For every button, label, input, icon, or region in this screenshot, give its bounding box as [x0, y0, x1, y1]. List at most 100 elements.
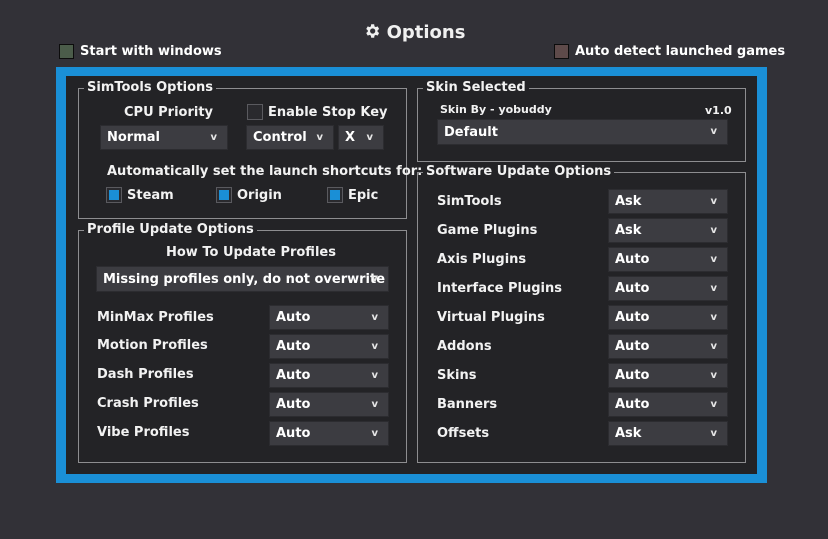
dropdown-value: Auto: [615, 310, 650, 325]
dropdown-value: Auto: [615, 339, 650, 354]
dropdown-value: Auto: [615, 397, 650, 412]
gear-icon: [363, 22, 381, 45]
chevron-down-icon: v: [316, 131, 323, 143]
addons-label: Addons: [437, 339, 492, 354]
steam-label: Steam: [127, 188, 174, 203]
virtual-plugins-dropdown[interactable]: Auto v: [608, 305, 728, 330]
chevron-down-icon: v: [366, 131, 373, 143]
simtools-options-legend: SimTools Options: [84, 81, 217, 95]
dropdown-value: Ask: [615, 426, 642, 441]
stop-key-key-value: X: [345, 130, 356, 145]
auto-detect-box[interactable]: [554, 44, 569, 59]
chevron-down-icon: v: [710, 340, 717, 352]
interface-plugins-dropdown[interactable]: Auto v: [608, 276, 728, 301]
chevron-down-icon: v: [371, 398, 378, 410]
addons-dropdown[interactable]: Auto v: [608, 334, 728, 359]
dropdown-value: Ask: [615, 223, 642, 238]
dropdown-value: Auto: [276, 310, 311, 325]
epic-label: Epic: [348, 188, 379, 203]
banners-dropdown[interactable]: Auto v: [608, 392, 728, 417]
game-plugins-label: Game Plugins: [437, 223, 538, 238]
vibe-profiles-dropdown[interactable]: Auto v: [269, 421, 389, 446]
start-with-windows-box[interactable]: [59, 44, 74, 59]
dropdown-value: Auto: [276, 426, 311, 441]
how-to-update-label: How To Update Profiles: [166, 245, 336, 260]
skin-author: Skin By - yobuddy: [440, 103, 552, 116]
chevron-down-icon: v: [210, 131, 217, 143]
minmax-profiles-dropdown[interactable]: Auto v: [269, 305, 389, 330]
enable-stop-key-label: Enable Stop Key: [268, 105, 388, 120]
chevron-down-icon: v: [710, 195, 717, 207]
origin-label: Origin: [237, 188, 282, 203]
origin-checkbox[interactable]: [216, 187, 232, 203]
chevron-down-icon: v: [710, 125, 717, 137]
cpu-priority-dropdown[interactable]: Normal v: [100, 125, 228, 150]
title-text: Options: [386, 22, 466, 43]
vibe-profiles-label: Vibe Profiles: [97, 425, 190, 440]
stop-key-modifier-dropdown[interactable]: Control v: [246, 125, 334, 150]
start-with-windows-label: Start with windows: [80, 44, 222, 59]
skins-label: Skins: [437, 368, 477, 383]
stop-key-modifier-value: Control: [253, 130, 307, 145]
offsets-label: Offsets: [437, 426, 490, 441]
chevron-down-icon: v: [710, 398, 717, 410]
dropdown-value: Auto: [276, 339, 311, 354]
motion-profiles-dropdown[interactable]: Auto v: [269, 334, 389, 359]
checkbox-fill: [219, 190, 229, 200]
steam-checkbox[interactable]: [106, 187, 122, 203]
enable-stop-key-checkbox[interactable]: [247, 104, 263, 120]
interface-plugins-label: Interface Plugins: [437, 281, 563, 296]
chevron-down-icon: v: [710, 369, 717, 381]
crash-profiles-dropdown[interactable]: Auto v: [269, 392, 389, 417]
checkbox-fill: [109, 190, 119, 200]
skins-dropdown[interactable]: Auto v: [608, 363, 728, 388]
simtools-update-dropdown[interactable]: Ask v: [608, 189, 728, 214]
skin-version: v1.0: [705, 104, 732, 117]
chevron-down-icon: v: [710, 282, 717, 294]
banners-label: Banners: [437, 397, 498, 412]
start-with-windows-checkbox[interactable]: Start with windows: [59, 44, 222, 59]
how-to-update-value: Missing profiles only, do not overwrite: [103, 271, 386, 287]
axis-plugins-dropdown[interactable]: Auto v: [608, 247, 728, 272]
shortcuts-label: Automatically set the launch shortcuts f…: [107, 164, 423, 179]
dropdown-value: Auto: [276, 397, 311, 412]
page-title: Options: [0, 22, 828, 45]
software-update-legend: Software Update Options: [423, 165, 615, 179]
epic-checkbox[interactable]: [327, 187, 343, 203]
dropdown-value: Auto: [615, 252, 650, 267]
chevron-down-icon: v: [710, 224, 717, 236]
skin-selected-legend: Skin Selected: [423, 81, 529, 95]
dash-profiles-label: Dash Profiles: [97, 367, 194, 382]
auto-detect-label: Auto detect launched games: [575, 44, 786, 59]
dash-profiles-dropdown[interactable]: Auto v: [269, 363, 389, 388]
profile-update-legend: Profile Update Options: [84, 223, 257, 237]
stop-key-key-dropdown[interactable]: X v: [338, 125, 384, 150]
virtual-plugins-label: Virtual Plugins: [437, 310, 545, 325]
simtools-update-label: SimTools: [437, 194, 502, 209]
chevron-down-icon: v: [710, 311, 717, 323]
auto-detect-checkbox[interactable]: Auto detect launched games: [554, 44, 785, 59]
chevron-down-icon: v: [710, 253, 717, 265]
cpu-priority-value: Normal: [107, 130, 160, 145]
dropdown-value: Auto: [615, 368, 650, 383]
dropdown-value: Auto: [276, 368, 311, 383]
game-plugins-dropdown[interactable]: Ask v: [608, 218, 728, 243]
chevron-down-icon: v: [371, 340, 378, 352]
chevron-down-icon: v: [710, 427, 717, 439]
how-to-update-dropdown[interactable]: Missing profiles only, do not overwrite …: [96, 266, 389, 292]
skin-dropdown[interactable]: Default v: [437, 119, 728, 145]
offsets-dropdown[interactable]: Ask v: [608, 421, 728, 446]
crash-profiles-label: Crash Profiles: [97, 396, 199, 411]
minmax-profiles-label: MinMax Profiles: [97, 310, 214, 325]
chevron-down-icon: v: [371, 272, 378, 284]
motion-profiles-label: Motion Profiles: [97, 338, 208, 353]
chevron-down-icon: v: [371, 311, 378, 323]
checkbox-fill: [330, 190, 340, 200]
cpu-priority-label: CPU Priority: [124, 105, 214, 120]
dropdown-value: Auto: [615, 281, 650, 296]
chevron-down-icon: v: [371, 369, 378, 381]
axis-plugins-label: Axis Plugins: [437, 252, 527, 267]
chevron-down-icon: v: [371, 427, 378, 439]
dropdown-value: Ask: [615, 194, 642, 209]
skin-value: Default: [444, 124, 498, 140]
